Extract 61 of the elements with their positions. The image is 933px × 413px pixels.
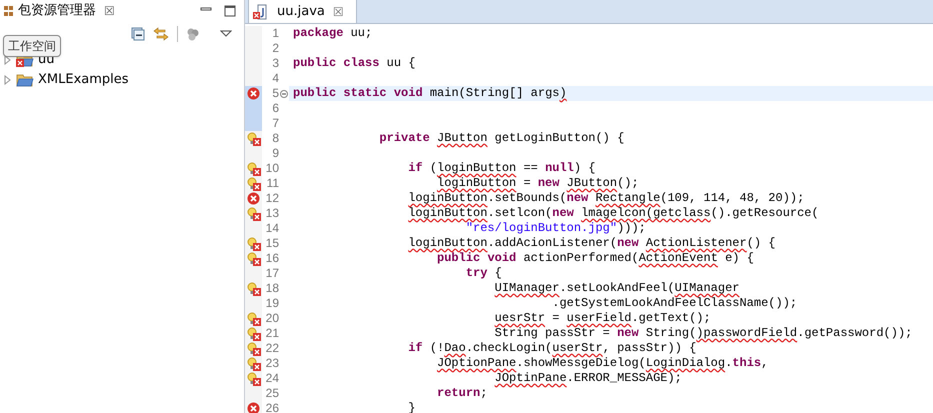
code-line: return;	[436, 386, 488, 401]
line-number: 12	[264, 191, 279, 206]
code-line: if (!Dao.checkLogin(userStr, passStr)) {	[407, 341, 698, 356]
line-number: 25	[264, 386, 279, 401]
code-line: if (loginButton == null) {	[407, 161, 596, 176]
line-number: 21	[264, 326, 279, 341]
code-line: JOptinPane.ERROR_MESSAGE);	[494, 371, 683, 386]
code-line: String passStr = new String()passwordField.getPassword());	[494, 326, 914, 341]
close-button[interactable]: ☒	[332, 2, 344, 20]
line-number: 14	[264, 221, 279, 236]
tooltip: 工作空间	[3, 35, 61, 57]
code-line: loginButton.setBounds(new Rectangle(109, 114, 48, 20));	[407, 191, 806, 206]
line-number: 6	[271, 101, 279, 116]
link-arrows-icon[interactable]	[153, 27, 169, 41]
panel-title[interactable]: 包资源管理器	[18, 1, 96, 21]
line-number: 2	[271, 41, 279, 56]
code-line: package uu;	[292, 26, 374, 41]
circles-icon[interactable]	[186, 27, 200, 41]
line-number: 19	[264, 296, 279, 311]
collapse-all-icon[interactable]	[131, 27, 145, 41]
close-button[interactable]: ☒	[104, 2, 115, 20]
code-line: public void actionPerformed(ActionEvent e) {	[436, 251, 755, 266]
code-line: "res/loginButton.jpg")));	[464, 221, 647, 236]
line-number: 15	[264, 236, 279, 251]
editor-tab[interactable]: uu.java ☒	[248, 0, 357, 23]
line-number: 22	[264, 341, 279, 356]
line-number: 3	[271, 56, 279, 71]
line-number: 13	[264, 206, 279, 221]
line-number: 24	[264, 371, 279, 386]
line-number: 5	[271, 86, 279, 101]
line-number: 10	[264, 161, 279, 176]
code-line: loginButton.addAcionListener(new ActionListener() {	[407, 236, 777, 251]
line-number: 18	[264, 281, 279, 296]
package-icon	[4, 5, 14, 17]
expand-arrow-icon[interactable]	[4, 75, 12, 85]
line-number: 7	[271, 116, 279, 131]
line-number: 11	[266, 176, 279, 191]
code-line: .getSystemLookAndFeelClassName());	[551, 296, 798, 311]
code-line: UIManager.setLookAndFeel(UIManager	[494, 281, 740, 296]
code-line: private JButton getLoginButton() {	[378, 131, 626, 146]
line-number: 17	[264, 266, 279, 281]
code-line: JOptionPane.showMessgeDielog(LoginDialog.this,	[436, 356, 770, 371]
line-number: 23	[264, 356, 279, 371]
code-line: loginButton = new JButton();	[436, 176, 640, 191]
tree-item[interactable]: XMLExamples	[38, 70, 129, 90]
fold-icon[interactable]	[280, 90, 288, 98]
code-line: loginButton.setlcon(new lmagelcon(getclass().getResource(	[407, 206, 820, 221]
code-line: uesrStr = userField.getText();	[494, 311, 712, 326]
dropdown-icon[interactable]	[220, 30, 232, 38]
line-number: 26	[264, 401, 279, 413]
line-number: 8	[271, 131, 279, 146]
expand-arrow-icon[interactable]	[4, 55, 12, 65]
code-line: try {	[464, 266, 503, 281]
line-number: 16	[264, 251, 279, 266]
line-number: 1	[271, 26, 279, 41]
maximize-icon[interactable]	[224, 5, 236, 17]
code-line: public class uu {	[292, 56, 416, 71]
tab-label: uu.java	[277, 2, 325, 21]
line-number: 20	[264, 311, 279, 326]
line-number: 4	[271, 71, 279, 86]
line-number: 9	[271, 146, 279, 161]
